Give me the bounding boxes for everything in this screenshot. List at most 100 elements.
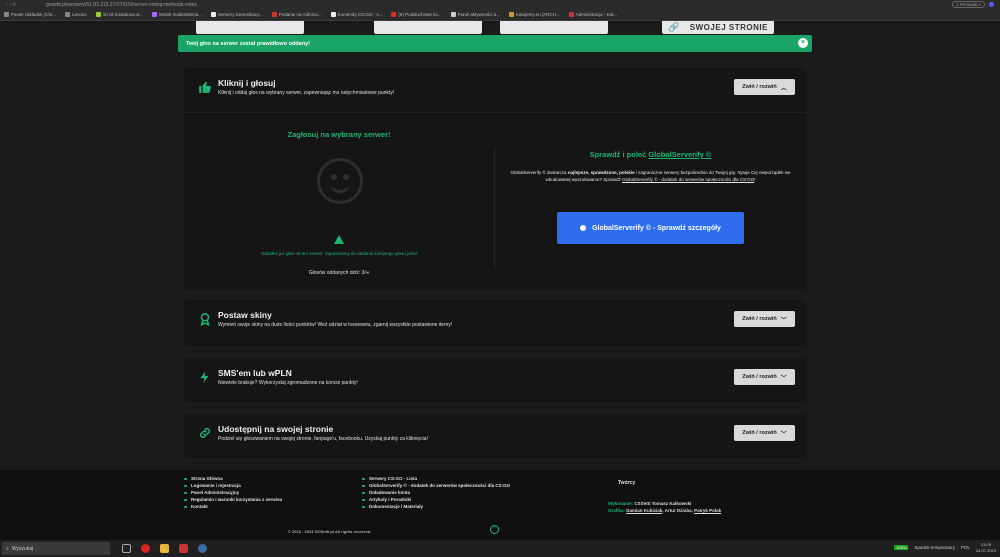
scroll-top-icon[interactable]: ^	[490, 525, 499, 534]
warning-icon	[334, 235, 344, 244]
credit-link[interactable]: Patryk Polak	[694, 508, 721, 513]
section-title: Kliknij i głosuj	[218, 78, 276, 88]
folder-icon[interactable]	[160, 544, 169, 553]
chevron-down-icon: ﹀	[780, 375, 787, 382]
bolt-icon	[198, 370, 212, 384]
voting-method-cards: 🔗 SWOJEJ STRONIE	[184, 21, 806, 35]
section-description: Kliknij i oddaj głos na wybrany serwer, …	[218, 90, 395, 96]
link-icon: 🔗	[668, 22, 680, 32]
notice-text: Twój głos na serwer został prawidłowo od…	[186, 40, 310, 47]
verify-panel: Sprawdź i poleć GlobalServerify © Global…	[495, 113, 806, 291]
toggle-button[interactable]: Zwiń / rozwiń ﹀	[734, 369, 795, 385]
weather-widget[interactable]: Spadek temperatury	[914, 545, 955, 550]
verify-title: Sprawdź i poleć GlobalServerify ©	[589, 150, 712, 159]
bookmark-item[interactable]: Panel aktywności a...	[450, 12, 500, 17]
footer-link[interactable]: Panel Administracyjny	[184, 489, 282, 496]
award-icon	[198, 312, 212, 327]
vote-panel: Zagłosuj na wybrany serwer! Oddałeś już …	[184, 113, 494, 291]
taskbar-apps	[122, 544, 207, 553]
browser-url-bar[interactable]: ‹ › ⟳ gosetti.pl/serwery/51.83.215.27/27…	[0, 0, 1000, 9]
chevron-down-icon: ﹀	[780, 431, 787, 438]
creators-title: Twórcy	[618, 480, 636, 486]
vote-title: Zagłosuj na wybrany serwer!	[287, 130, 391, 139]
browser-nav-buttons[interactable]: ‹ › ⟳	[6, 2, 46, 8]
footer-link[interactable]: Dokumentacje i Materiały	[362, 503, 510, 510]
bookmark-item[interactable]: Komendy CS:GO - s...	[330, 12, 382, 17]
bookmark-item[interactable]: Pasek zakładek (Chr...	[4, 12, 56, 17]
globalserverify-button[interactable]: GlobalServerify © - Sprawdź szczegóły	[557, 212, 744, 244]
browser-extensions: 2 PROBABLY	[952, 1, 994, 8]
verify-text: GlobalServerify © dostarcza najlepsze, s…	[510, 170, 791, 182]
taskbar-search[interactable]: ⌕ Wyszukaj	[2, 542, 110, 555]
section-title: SMS'em lub wPLN	[218, 368, 292, 378]
bookmark-item[interactable]: Podanie na Admina...	[271, 12, 322, 17]
bookmarks-bar: Pasek zakładek (Chr... Lenovo 10 nil mea…	[0, 9, 1000, 21]
footer-link[interactable]: Artykuły i Poradniki	[362, 496, 510, 503]
link-icon	[198, 426, 212, 440]
winrar-icon[interactable]	[179, 544, 188, 553]
method-card[interactable]	[374, 21, 482, 34]
toggle-button[interactable]: Zwiń / rozwiń ﹀	[734, 425, 795, 441]
footer-links-main: Strona Główna Logowanie i rejestracja Pa…	[184, 475, 282, 510]
bookmark-item[interactable]: Katujemy.eu [ARCH...	[508, 12, 560, 17]
chevron-up-icon: ︿	[780, 85, 787, 92]
chevron-down-icon: ﹀	[780, 317, 787, 324]
credit-link[interactable]: Damian Kubiziak	[626, 508, 662, 513]
method-card[interactable]	[500, 21, 608, 34]
section-description: Niewiele brakuje? Wykorzystaj zgromadzon…	[218, 380, 358, 386]
section-title: Udostępnij na swojej stronie	[218, 424, 334, 434]
battery-indicator[interactable]: 100%	[894, 545, 909, 550]
footer-link[interactable]: Kontakt	[184, 503, 282, 510]
section-description: Podziel się głosowaniem na swojej stroni…	[218, 436, 428, 442]
steam-icon[interactable]	[198, 544, 207, 553]
toggle-button[interactable]: Zwiń / rozwiń ︿	[734, 79, 795, 95]
footer-link[interactable]: Strona Główna	[184, 475, 282, 482]
clock[interactable]: 23:29 24.07.2023	[976, 542, 996, 553]
search-icon: ⌕	[6, 545, 9, 552]
footer-link[interactable]: GlobalServerify © - dodatek do serwerów …	[362, 482, 510, 489]
url-text[interactable]: gosetti.pl/serwery/51.83.215.27/27015#se…	[46, 2, 952, 8]
method-card-share[interactable]: 🔗 SWOJEJ STRONIE	[662, 21, 774, 34]
section-header: SMS'em lub wPLN Niewiele brakuje? Wykorz…	[184, 358, 806, 402]
thumbs-up-icon	[198, 80, 212, 94]
smiley-icon	[317, 158, 363, 204]
close-icon[interactable]: ×	[798, 38, 808, 48]
windows-taskbar: ⌕ Wyszukaj 100% Spadek temperatury POL 2…	[0, 540, 1000, 557]
footer-link[interactable]: Regulamin i warunki korzystania z serwis…	[184, 496, 282, 503]
success-notice: Twój głos na serwer został prawidłowo od…	[178, 35, 812, 52]
bookmark-item[interactable]: Lenovo	[65, 12, 87, 17]
site-footer: Strona Główna Logowanie i rejestracja Pa…	[0, 470, 1000, 540]
copyright: © 2016 - 2023 GOSetti.pl All rights rese…	[288, 529, 372, 534]
vote-message: Oddałeś już głos na ten serwer. Zaprasza…	[260, 251, 418, 256]
section-title: Postaw skiny	[218, 310, 272, 320]
method-card[interactable]	[196, 21, 304, 34]
footer-link[interactable]: Serwery CS:GO - Lista	[362, 475, 510, 482]
section-share: Udostępnij na swojej stronie Podziel się…	[184, 414, 806, 459]
section-body: Zagłosuj na wybrany serwer! Oddałeś już …	[184, 112, 806, 290]
bookmark-item[interactable]: Serwery komunikacy...	[210, 12, 263, 17]
footer-link[interactable]: Doładowanie konta	[362, 489, 510, 496]
footer-links-servers: Serwery CS:GO - Lista GlobalServerify © …	[362, 475, 510, 510]
verify-inline-link[interactable]: GlobalServerify © - dodatek do serwerów …	[622, 177, 754, 182]
bookmark-item[interactable]: Administracja - Kat...	[568, 12, 617, 17]
verify-title-link[interactable]: GlobalServerify ©	[648, 150, 711, 159]
opera-icon[interactable]	[141, 544, 150, 553]
section-sms: SMS'em lub wPLN Niewiele brakuje? Wykorz…	[184, 358, 806, 403]
bookmark-item[interactable]: (6) Podsłuchowe ko...	[391, 12, 442, 17]
dot-icon	[580, 225, 587, 231]
vote-count: Głosów oddanych dziś: 3/∞	[308, 270, 370, 276]
section-header: Postaw skiny Wymień swoje skiny na duże …	[184, 300, 806, 344]
task-view-icon[interactable]	[122, 544, 131, 553]
bookmark-item[interactable]: 10 nil meadama w...	[95, 12, 143, 17]
bookmark-item[interactable]: Widok modeslsteria...	[151, 12, 202, 17]
section-description: Wymień swoje skiny na duże ilości punktó…	[218, 322, 453, 328]
system-tray: 100% Spadek temperatury POL 23:29 24.07.…	[894, 542, 996, 553]
language-indicator[interactable]: POL	[961, 545, 970, 550]
toggle-button[interactable]: Zwiń / rozwiń ﹀	[734, 311, 795, 327]
profile-icon[interactable]	[989, 2, 994, 7]
footer-link[interactable]: Logowanie i rejestracja	[184, 482, 282, 489]
section-header: Kliknij i głosuj Kliknij i oddaj głos na…	[184, 68, 806, 112]
section-click-vote: Kliknij i głosuj Kliknij i oddaj głos na…	[184, 68, 806, 290]
extension-badge[interactable]: 2 PROBABLY	[952, 1, 985, 8]
creators-credits: Wykonanie: CSSetti Tomasz Kalkowski Graf…	[608, 501, 722, 513]
